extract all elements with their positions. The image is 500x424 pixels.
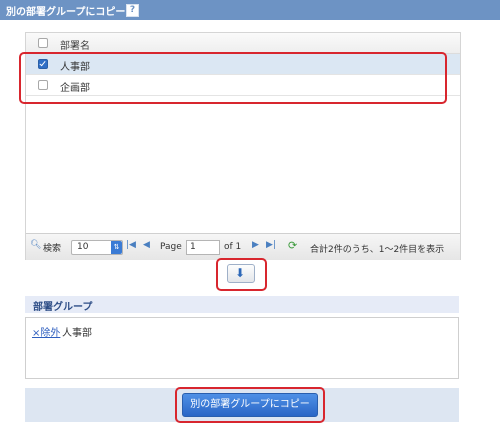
- grid-header: 部署名: [26, 33, 460, 54]
- help-icon[interactable]: ?: [126, 4, 139, 17]
- highlight-rows: [19, 52, 447, 104]
- refresh-icon[interactable]: ⟳: [288, 239, 297, 252]
- group-list-box: ×除外 人事部: [25, 317, 459, 379]
- highlight-copy-button: [175, 387, 325, 423]
- first-page-icon[interactable]: |◀: [126, 240, 136, 250]
- remove-link[interactable]: ×除外: [32, 324, 60, 339]
- page-number-input[interactable]: 1: [186, 240, 220, 255]
- highlight-down-button: [216, 258, 267, 291]
- page-size-select[interactable]: 10 ⇅: [71, 240, 123, 255]
- group-item: 人事部: [62, 328, 92, 339]
- dialog-header: 別の部署グループにコピー ?: [0, 0, 500, 20]
- page-number-value: 1: [190, 242, 196, 252]
- select-all-checkbox[interactable]: [38, 38, 48, 48]
- column-header-department: 部署名: [60, 41, 90, 52]
- group-section-title: 部署グループ: [33, 302, 93, 313]
- prev-page-icon[interactable]: ◀: [143, 240, 150, 250]
- dialog-title: 別の部署グループにコピー: [6, 7, 126, 18]
- search-label[interactable]: 検索: [43, 241, 61, 254]
- pager-toolbar: 🔍︎ 検索 10 ⇅ |◀ ◀ Page 1 of 1 ▶ ▶| ⟳ 合計2件の…: [26, 233, 460, 260]
- page-label: Page: [160, 242, 182, 252]
- next-page-icon[interactable]: ▶: [252, 240, 259, 250]
- group-section-header: 部署グループ: [25, 296, 459, 313]
- select-arrows-icon: ⇅: [111, 241, 122, 254]
- page-count-label: of 1: [224, 242, 242, 252]
- page-size-value: 10: [77, 242, 89, 252]
- pager-summary: 合計2件のうち、1〜2件目を表示: [310, 245, 445, 255]
- search-icon[interactable]: 🔍︎: [30, 240, 41, 250]
- last-page-icon[interactable]: ▶|: [266, 240, 276, 250]
